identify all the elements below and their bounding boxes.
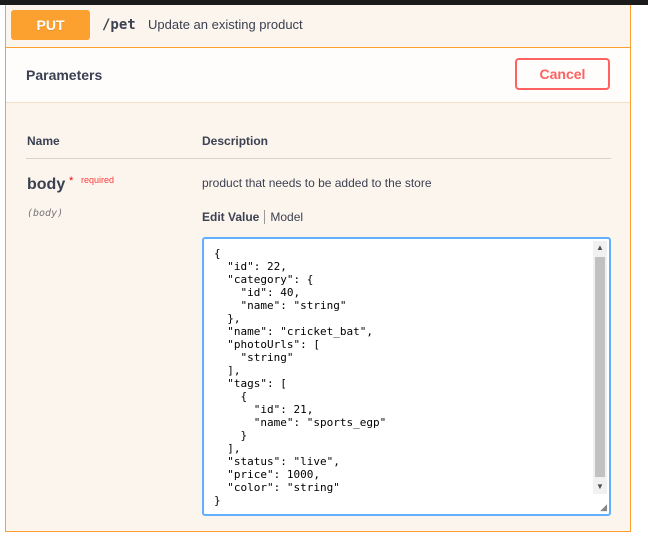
parameters-title: Parameters	[26, 67, 103, 83]
tab-model[interactable]: Model	[265, 210, 303, 224]
code-line: "id": 21,	[214, 403, 314, 416]
triangle-down-icon[interactable]: ▼	[593, 480, 607, 494]
code-line: }	[214, 494, 221, 507]
operation-summary-text: Update an existing product	[148, 17, 303, 32]
scrollbar-thumb[interactable]	[595, 257, 605, 477]
code-line: "price": 1000,	[214, 468, 320, 481]
code-line: {	[214, 390, 248, 403]
code-line: "name": "sports_egp"	[214, 416, 387, 429]
code-line: ],	[214, 442, 241, 455]
body-editor-textarea[interactable]: { "id": 22, "category": { "id": 40, "nam…	[202, 237, 611, 516]
code-line: "id": 40,	[214, 286, 301, 299]
code-line: "photoUrls": [	[214, 338, 320, 351]
method-badge: PUT	[11, 10, 90, 40]
editor-scrollbar[interactable]: ▲ ▼	[593, 241, 607, 494]
body-json-text[interactable]: { "id": 22, "category": { "id": 40, "nam…	[214, 247, 386, 507]
value-model-tabs: Edit Value Model	[202, 210, 303, 224]
operation-path: /pet	[102, 17, 136, 33]
code-line: "tags": [	[214, 377, 287, 390]
code-line: },	[214, 312, 241, 325]
table-header-divider	[26, 158, 611, 159]
code-line: "id": 22,	[214, 260, 287, 273]
code-line: "category": {	[214, 273, 314, 286]
code-line: "string"	[214, 351, 294, 364]
resize-grip-icon[interactable]: ◢	[597, 502, 607, 512]
required-star: *	[69, 175, 74, 187]
column-header-description: Description	[202, 134, 269, 148]
tab-edit-value[interactable]: Edit Value	[202, 210, 264, 224]
required-label: required	[81, 175, 115, 185]
parameter-location: (body)	[27, 208, 64, 219]
parameter-name: body	[27, 176, 66, 193]
triangle-up-icon[interactable]: ▲	[593, 241, 607, 255]
code-line: "name": "string"	[214, 299, 347, 312]
code-line: "name": "cricket_bat",	[214, 325, 373, 338]
code-line: }	[214, 429, 248, 442]
code-line: {	[214, 247, 221, 260]
parameter-description: product that needs to be added to the st…	[202, 176, 432, 190]
operation-summary[interactable]: PUT /pet Update an existing product	[6, 5, 630, 48]
operation-block-put-pet: PUT /pet Update an existing product Para…	[5, 5, 631, 532]
parameters-header: Parameters Cancel	[6, 48, 630, 103]
code-line: "status": "live",	[214, 455, 340, 468]
code-line: ],	[214, 364, 241, 377]
code-line: "color": "string"	[214, 481, 340, 494]
cancel-button[interactable]: Cancel	[515, 58, 610, 90]
column-header-name: Name	[27, 134, 60, 148]
